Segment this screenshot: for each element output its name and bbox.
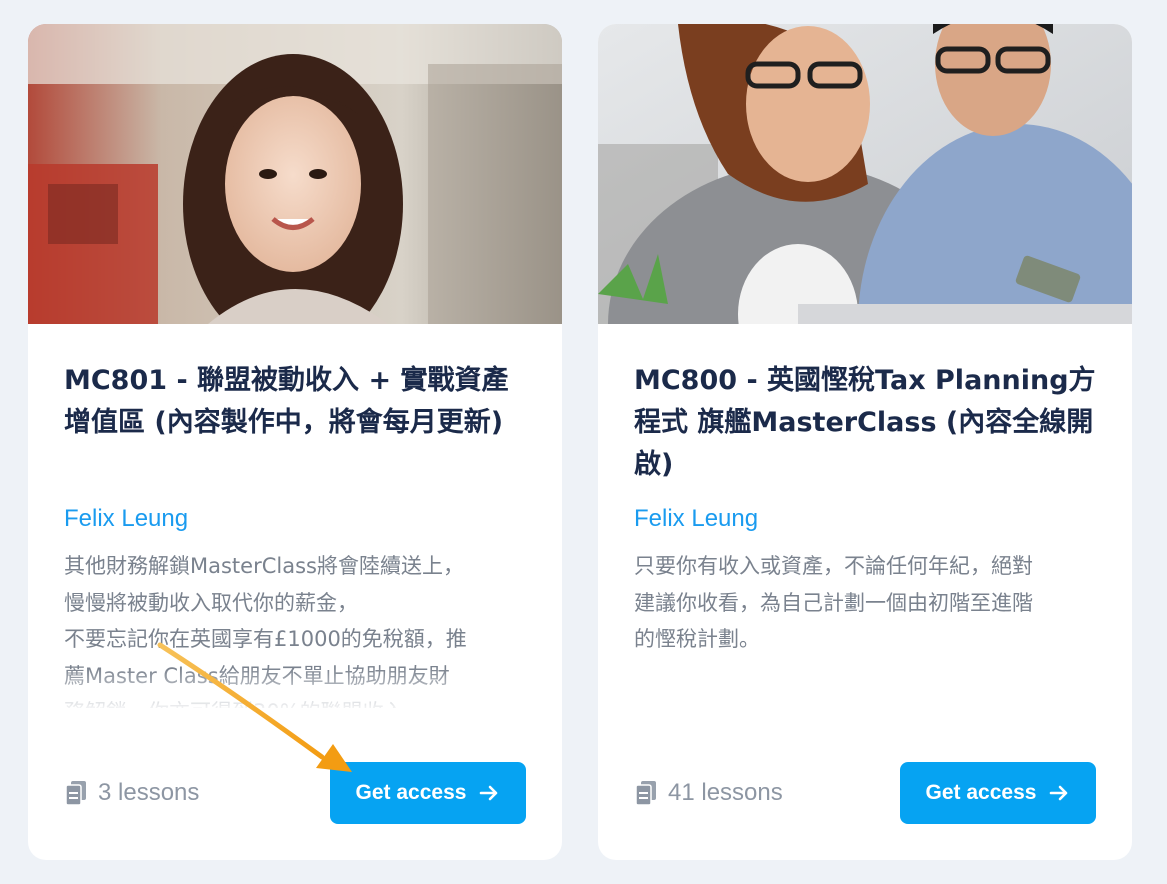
course-card[interactable]: MC800 - 英國慳稅Tax Planning方程式 旗艦MasterClas… [598, 24, 1132, 860]
course-description: 其他財務解鎖MasterClass將會陸續送上， 慢慢將被動收入取代你的薪金， … [64, 548, 526, 708]
arrow-right-icon [1050, 785, 1068, 801]
arrow-right-icon [480, 785, 498, 801]
description-line: 的慳稅計劃。 [634, 627, 760, 651]
description-line: 薦Master Class給朋友不單止協助朋友財 [64, 663, 450, 688]
lesson-count-label: 3 lessons [98, 779, 200, 806]
description-line: 只要你有收入或資產，不論任何年紀，絕對 [634, 554, 1033, 578]
get-access-label: Get access [925, 781, 1037, 804]
course-card[interactable]: MC801 - 聯盟被動收入 + 實戰資產增值區 (內容製作中，將會每月更新) … [28, 24, 562, 860]
document-stack-icon [635, 781, 656, 806]
description-line: 務解鎖，你亦可得到30%的聯盟收入 [64, 694, 526, 708]
document-stack-icon [65, 781, 86, 806]
course-author: Felix Leung [634, 505, 759, 532]
get-access-label: Get access [355, 781, 467, 804]
couple-planning-finances-photo [598, 24, 1132, 324]
course-title[interactable]: MC801 - 聯盟被動收入 + 實戰資產增值區 (內容製作中，將會每月更新) [64, 360, 526, 486]
lesson-count: 3 lessons [64, 779, 199, 807]
get-access-button[interactable]: Get access [900, 762, 1096, 824]
get-access-button[interactable]: Get access [330, 762, 526, 824]
lesson-count: 41 lessons [634, 779, 783, 807]
course-thumbnail[interactable] [28, 24, 562, 324]
description-line: 其他財務解鎖MasterClass將會陸續送上， [64, 554, 464, 578]
lesson-count-label: 41 lessons [668, 779, 783, 806]
description-line: 慢慢將被動收入取代你的薪金， [64, 590, 358, 615]
description-line: 不要忘記你在英國享有£1000的免稅額，推 [64, 627, 467, 651]
portrait-woman-train-station-photo [28, 24, 562, 324]
description-line: 建議你收看，為自己計劃一個由初階至進階 [634, 590, 1033, 615]
course-thumbnail[interactable] [598, 24, 1132, 324]
course-author: Felix Leung [64, 505, 189, 532]
course-title[interactable]: MC800 - 英國慳稅Tax Planning方程式 旗艦MasterClas… [634, 360, 1096, 486]
course-description: 只要你有收入或資產，不論任何年紀，絕對 建議你收看，為自己計劃一個由初階至進階 … [634, 548, 1096, 708]
